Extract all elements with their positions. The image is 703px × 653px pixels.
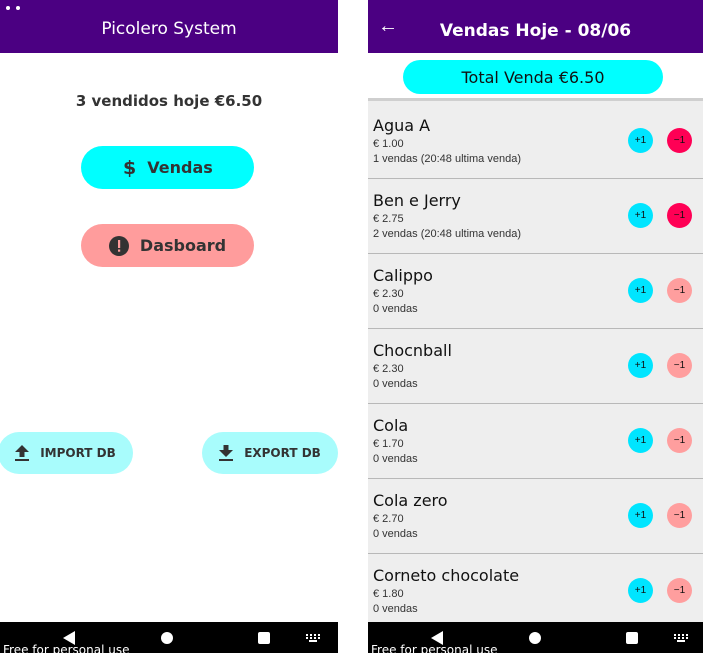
nav-recent-icon[interactable] (626, 632, 638, 644)
app-title: Picolero System (101, 19, 237, 39)
page-title: Vendas Hoje - 08/06 (439, 21, 632, 41)
plus-one-button[interactable]: +1 (628, 278, 653, 303)
list-item: Chocnball € 2.30 0 vendas +1 −1 (368, 329, 703, 404)
dashboard-label: Dasboard (139, 236, 227, 255)
app-bar: Picolero System (0, 0, 338, 53)
minus-one-button[interactable]: −1 (667, 203, 692, 228)
status-bar (0, 0, 30, 10)
total-bar: Total Venda €6.50 (368, 53, 703, 101)
nav-recent-icon[interactable] (258, 632, 270, 644)
plus-one-button[interactable]: +1 (628, 203, 653, 228)
alert-circle-icon (108, 235, 129, 256)
minus-one-button[interactable]: −1 (667, 353, 692, 378)
export-db-label: EXPORT DB (244, 446, 321, 460)
dashboard-button[interactable]: Dasboard (81, 224, 254, 267)
android-nav-bar: Free for personal use (368, 622, 703, 653)
plus-one-button[interactable]: +1 (628, 128, 653, 153)
export-db-button[interactable]: EXPORT DB (202, 432, 338, 474)
minus-one-button[interactable]: −1 (667, 503, 692, 528)
list-item: Corneto chocolate € 1.80 0 vendas +1 −1 (368, 554, 703, 629)
minus-one-button[interactable]: −1 (667, 278, 692, 303)
nav-back-icon[interactable] (63, 631, 75, 645)
list-item: Agua A € 1.00 1 vendas (20:48 ultima venda… (368, 104, 703, 179)
product-name: Cola (373, 416, 409, 435)
list-item: Calippo € 2.30 0 vendas +1 −1 (368, 254, 703, 329)
sales-screen: ← Vendas Hoje - 08/06 Total Venda €6.50 … (368, 0, 703, 653)
product-sales: 1 vendas (20:48 ultima venda) (373, 153, 521, 165)
list-item: Cola zero € 2.70 0 vendas +1 −1 (368, 479, 703, 554)
product-sales: 0 vendas (373, 528, 418, 540)
product-name: Cola zero (373, 491, 448, 510)
product-list: Agua A € 1.00 1 vendas (20:48 ultima venda… (368, 104, 703, 629)
download-icon (219, 445, 234, 461)
upload-icon (15, 445, 30, 461)
product-price: € 2.30 (373, 288, 404, 300)
product-price: € 2.30 (373, 363, 404, 375)
product-sales: 0 vendas (373, 603, 418, 615)
product-price: € 1.70 (373, 438, 404, 450)
import-db-label: IMPORT DB (40, 446, 116, 460)
plus-one-button[interactable]: +1 (628, 353, 653, 378)
list-item: Cola € 1.70 0 vendas +1 −1 (368, 404, 703, 479)
vendas-label: Vendas (147, 158, 213, 177)
product-price: € 2.70 (373, 513, 404, 525)
product-name: Agua A (373, 116, 431, 135)
keyboard-icon[interactable] (674, 634, 688, 642)
plus-one-button[interactable]: +1 (628, 578, 653, 603)
product-price: € 2.75 (373, 213, 404, 225)
product-sales: 0 vendas (373, 303, 418, 315)
product-name: Chocnball (373, 341, 452, 360)
minus-one-button[interactable]: −1 (667, 128, 692, 153)
import-db-button[interactable]: IMPORT DB (0, 432, 133, 474)
product-sales: 2 vendas (20:48 ultima venda) (373, 228, 521, 240)
nav-back-icon[interactable] (431, 631, 443, 645)
total-sales-badge: Total Venda €6.50 (403, 60, 663, 94)
plus-one-button[interactable]: +1 (628, 428, 653, 453)
main-screen: Picolero System 3 vendidos hoje €6.50 $ … (0, 0, 338, 653)
plus-one-button[interactable]: +1 (628, 503, 653, 528)
nav-home-icon[interactable] (529, 632, 541, 644)
android-nav-bar: Free for personal use (0, 622, 338, 653)
svg-text:$: $ (123, 158, 136, 178)
product-sales: 0 vendas (373, 378, 418, 390)
sales-summary: 3 vendidos hoje €6.50 (75, 92, 263, 110)
minus-one-button[interactable]: −1 (667, 428, 692, 453)
dollar-icon: $ (122, 158, 136, 178)
app-bar: ← Vendas Hoje - 08/06 (368, 0, 703, 53)
screen-gap (338, 0, 368, 653)
keyboard-icon[interactable] (306, 634, 320, 642)
product-name: Calippo (373, 266, 433, 285)
minus-one-button[interactable]: −1 (667, 578, 692, 603)
product-name: Ben e Jerry (373, 191, 461, 210)
product-sales: 0 vendas (373, 453, 418, 465)
vendas-button[interactable]: $ Vendas (81, 146, 254, 189)
nav-home-icon[interactable] (161, 632, 173, 644)
product-name: Corneto chocolate (373, 566, 520, 585)
product-price: € 1.00 (373, 138, 404, 150)
list-item: Ben e Jerry € 2.75 2 vendas (20:48 ultima … (368, 179, 703, 254)
product-price: € 1.80 (373, 588, 404, 600)
